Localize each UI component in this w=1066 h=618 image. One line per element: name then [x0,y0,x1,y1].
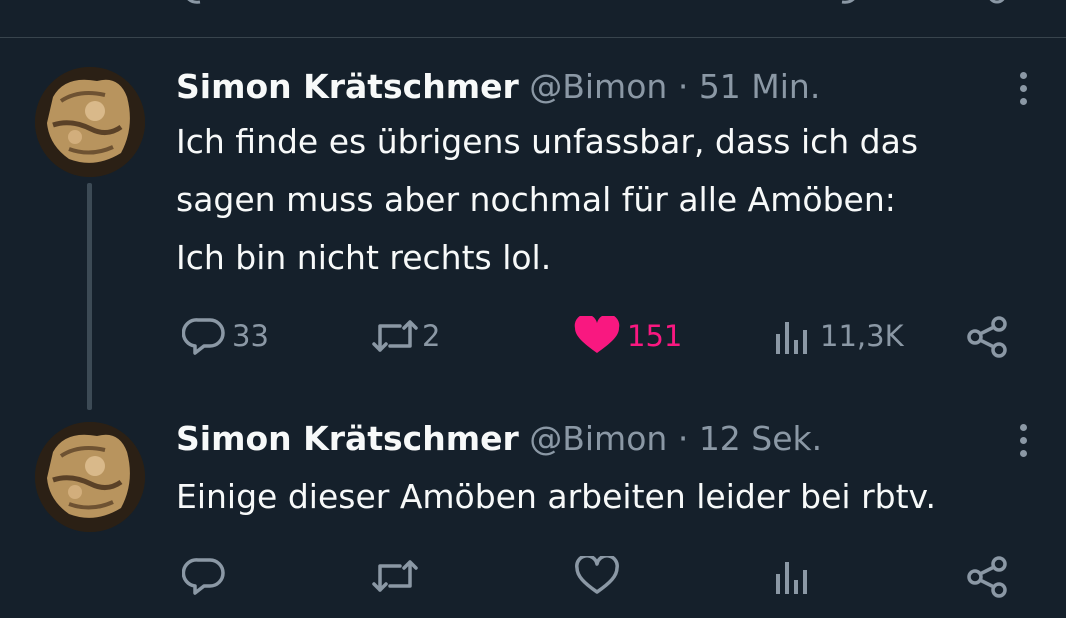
tweet-thread: Simon Krätschmer @Bimon · 51 Min. Ich fi… [0,0,1066,618]
tweet-text-line: Ich bin nicht rechts lol. [176,238,552,277]
more-icon[interactable] [1014,421,1034,461]
retweet-button[interactable] [370,556,422,596]
views-icon [776,322,807,354]
tweet-text-line: sagen muss aber nochmal für alle Amöben: [176,180,896,219]
tweet-header: Simon Krätschmer @Bimon · 12 Sek. [176,419,822,459]
tweet-timestamp[interactable]: 51 Min. [699,67,821,106]
reply-icon [182,318,225,355]
tweet-text-line: Ich finde es übrigens unfassbar, dass ic… [176,122,919,161]
retweet-icon [372,320,418,352]
header-separator: · [677,67,689,106]
retweet-icon [372,560,418,592]
views-button[interactable] [770,556,814,596]
tweet-timestamp[interactable]: 12 Sek. [699,419,822,458]
thread-connector-line [87,183,92,410]
header-separator: · [677,419,689,458]
like-icon [574,316,620,353]
reply-button[interactable] [182,556,226,596]
author-handle[interactable]: @Bimon [529,419,667,458]
reply-count: 33 [232,319,269,353]
author-name[interactable]: Simon Krätschmer [176,67,519,106]
author-handle[interactable]: @Bimon [529,67,667,106]
previous-tweet-icon[interactable] [840,0,870,10]
share-button[interactable] [966,316,1010,358]
tweet-text: Einige dieser Amöben arbeiten leider bei… [176,468,936,526]
like-button[interactable] [573,556,621,596]
like-icon [575,556,619,594]
previous-tweet-icon[interactable] [985,0,1009,10]
tweet-header: Simon Krätschmer @Bimon · 51 Min. [176,67,820,107]
divider [0,37,1066,38]
retweet-button[interactable]: 2 [370,316,440,356]
views-button[interactable]: 11,3K [770,316,904,356]
more-icon[interactable] [1014,69,1034,109]
views-icon [776,562,807,594]
author-name[interactable]: Simon Krätschmer [176,419,519,458]
tweet-text: Ich finde es übrigens unfassbar, dass ic… [176,113,918,287]
share-button[interactable] [966,556,1010,598]
retweet-count: 2 [422,319,441,353]
like-button[interactable]: 151 [573,316,682,356]
avatar[interactable] [35,67,145,177]
view-count: 11,3K [820,319,904,353]
like-count: 151 [627,319,683,353]
reply-button[interactable]: 33 [182,316,269,356]
previous-tweet-icon[interactable] [180,0,210,10]
share-icon [967,556,1007,598]
share-icon [967,316,1007,358]
tweet-text-line: Einige dieser Amöben arbeiten leider bei… [176,477,936,516]
reply-icon [182,558,225,595]
avatar[interactable] [35,422,145,532]
